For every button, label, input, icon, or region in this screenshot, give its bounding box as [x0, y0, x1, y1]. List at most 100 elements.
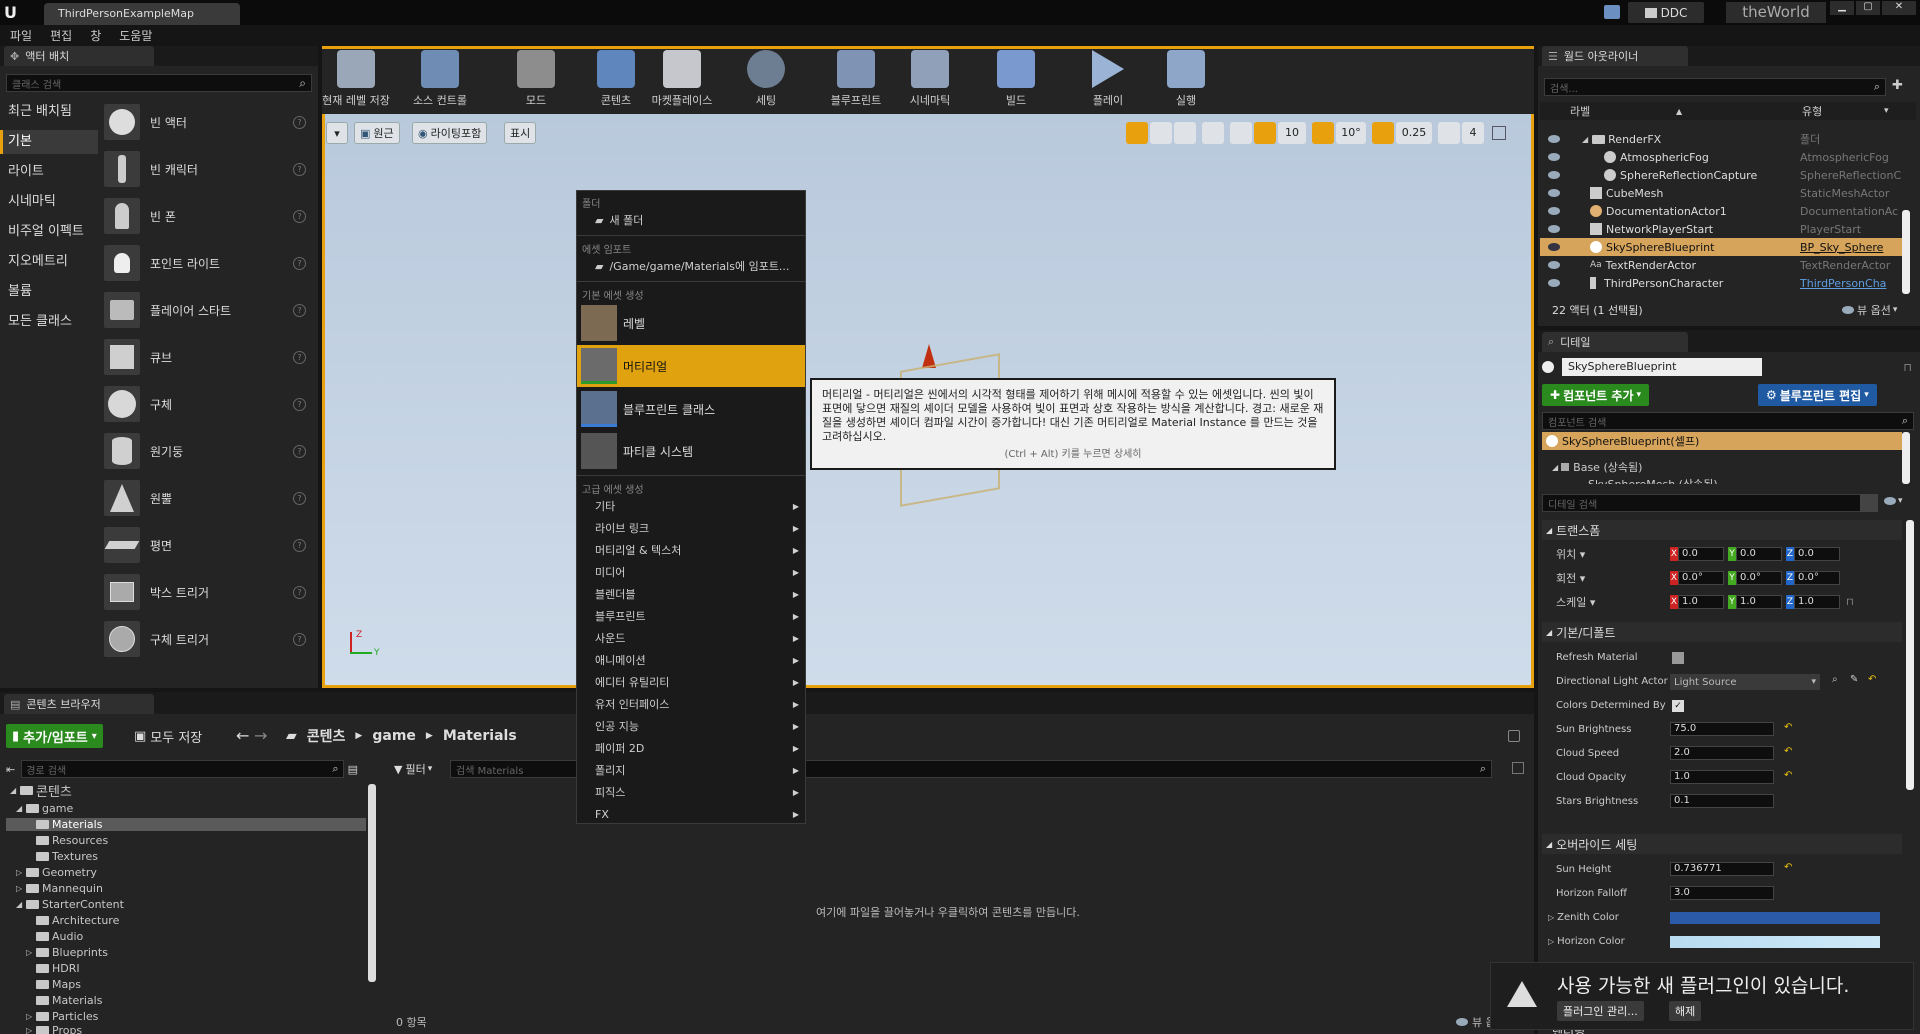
grid-snap-icon[interactable] — [1254, 122, 1276, 144]
content-browser-tab[interactable]: ▤ 콘텐츠 브라우저 — [4, 694, 154, 714]
tree-item[interactable]: ◢ 콘텐츠 — [10, 784, 72, 800]
menu-edit[interactable]: 편집 — [50, 27, 72, 44]
path-search-input[interactable]: 경로 검색 — [26, 762, 332, 777]
path-search[interactable]: ⇤ 경로 검색 ⌕ ▤ — [6, 760, 358, 778]
help-icon[interactable]: ? — [293, 491, 306, 505]
menu-help[interactable]: 도움말 — [119, 27, 152, 44]
lock-icon[interactable]: ⊓ — [1903, 361, 1912, 374]
modes-button[interactable]: 모드 — [506, 50, 566, 110]
scale-snap-value[interactable]: 0.25 — [1396, 122, 1432, 144]
menu-create-blueprint-class[interactable]: 블루프린트 클래스 — [577, 389, 805, 429]
tree-item[interactable]: ▷ Blueprints — [26, 946, 108, 959]
eye-icon[interactable] — [1548, 279, 1560, 287]
menu-blendables[interactable]: 블렌더블 ▶ — [577, 585, 805, 603]
outliner-row[interactable]: ◢ RenderFX 폴더 — [1540, 130, 1902, 148]
class-search-input[interactable]: 클래스 검색 — [12, 76, 299, 91]
lock-icon[interactable]: ⊓ — [1846, 597, 1854, 608]
view-list-icon[interactable]: ▤ — [348, 763, 358, 776]
component-tree-scrollbar[interactable] — [1902, 432, 1910, 484]
eye-icon[interactable] — [1548, 135, 1560, 143]
default-section-header[interactable]: ◢ 기본/디폴트 — [1542, 622, 1902, 642]
component-search[interactable]: 컴포넌트 검색 ⌕ — [1542, 412, 1914, 430]
place-item-empty-actor[interactable]: 빈 액터 ? — [104, 102, 314, 142]
cloud-opacity-field[interactable]: 1.0 — [1670, 770, 1774, 784]
place-item-box-trigger[interactable]: 박스 트리거 ? — [104, 572, 314, 612]
outliner-row[interactable]: ThirdPersonCharacter ThirdPersonCha — [1540, 274, 1902, 292]
content-button[interactable]: 콘텐츠 — [586, 50, 646, 110]
menu-live-link[interactable]: 라이브 링크 ▶ — [577, 519, 805, 537]
help-icon[interactable]: ? — [293, 444, 306, 458]
place-item-cone[interactable]: 원뿔 ? — [104, 478, 314, 518]
rotation-label[interactable]: 회전 ▾ — [1556, 570, 1585, 586]
category-recent[interactable]: 최근 배치됨 — [8, 100, 98, 124]
minimize-button[interactable]: ▁ — [1830, 1, 1854, 15]
breadcrumb-game[interactable]: game — [372, 728, 416, 744]
menu-import-to[interactable]: ▰/Game/game/Materials에 임포트... — [577, 257, 805, 275]
transform-section-header[interactable]: ◢ 트랜스폼 — [1542, 520, 1902, 540]
tree-item[interactable]: ▷ Props — [26, 1026, 82, 1034]
menu-create-level[interactable]: 레벨 — [577, 303, 805, 343]
help-icon[interactable]: ? — [293, 256, 306, 270]
horizon-color-label[interactable]: ▷ Horizon Color — [1548, 936, 1625, 947]
details-search-input[interactable]: 디테일 검색 — [1548, 496, 1864, 511]
reset-arrow-icon[interactable]: ↶ — [1784, 722, 1792, 733]
picker-icon[interactable]: ✎ — [1850, 674, 1858, 685]
zenith-color-swatch[interactable] — [1670, 912, 1880, 924]
details-tab[interactable]: ⌕ 디테일 — [1542, 332, 1688, 352]
menu-media[interactable]: 미디어 ▶ — [577, 563, 805, 581]
rotation-y-field[interactable]: 0.0° — [1736, 571, 1782, 585]
add-import-button[interactable]: ▮ 추가/임포트 ▾ — [6, 724, 103, 748]
reset-arrow-icon[interactable]: ↶ — [1868, 674, 1876, 685]
browse-icon[interactable]: ⌕ — [1832, 674, 1838, 685]
sun-brightness-field[interactable]: 75.0 — [1670, 722, 1774, 736]
outliner-row[interactable]: SphereReflectionCapture SphereReflection… — [1540, 166, 1902, 184]
scale-snap-icon[interactable] — [1372, 122, 1394, 144]
tree-item-selected[interactable]: Materials — [6, 818, 366, 831]
tree-item[interactable]: Maps — [36, 978, 81, 991]
category-volumes[interactable]: 볼륨 — [8, 280, 98, 304]
scale-label[interactable]: 스케일 ▾ — [1556, 594, 1595, 610]
outliner-search[interactable]: 검색... ⌕ — [1544, 78, 1886, 96]
outliner-view-options[interactable]: 뷰 옵션 ▾ — [1842, 302, 1897, 318]
help-icon[interactable]: ? — [293, 209, 306, 223]
reset-arrow-icon[interactable]: ↶ — [1784, 770, 1792, 781]
tree-item[interactable]: Materials — [36, 994, 102, 1007]
help-icon[interactable]: ? — [293, 303, 306, 317]
eye-icon[interactable] — [1548, 261, 1560, 269]
outliner-row[interactable]: AtmosphericFog AtmosphericFog — [1540, 148, 1902, 166]
menu-animation[interactable]: 애니메이션 ▶ — [577, 651, 805, 669]
horizon-color-swatch[interactable] — [1670, 936, 1880, 948]
tree-item[interactable]: Architecture — [36, 914, 119, 927]
forward-arrow-icon[interactable]: → — [254, 726, 267, 745]
menu-create-material[interactable]: 머티리얼 — [577, 345, 805, 387]
component-base-row[interactable]: ◢ Base (상속됨) — [1552, 459, 1642, 475]
menu-new-folder[interactable]: ▰ 새 폴더 — [577, 211, 805, 229]
launch-button[interactable]: 실행 — [1156, 50, 1216, 110]
menu-fx[interactable]: FX ▶ — [577, 805, 805, 823]
lock-icon[interactable] — [1508, 730, 1520, 742]
place-item-sphere-trigger[interactable]: 구체 트리거 ? — [104, 619, 314, 659]
scale-tool-icon[interactable] — [1174, 122, 1196, 144]
reset-arrow-icon[interactable]: ↶ — [1784, 862, 1792, 873]
save-level-button[interactable]: 현재 레벨 저장 — [322, 50, 390, 110]
surface-snap-icon[interactable] — [1230, 122, 1252, 144]
details-search[interactable]: 디테일 검색 ⌕ — [1542, 494, 1876, 512]
world-outliner-tab[interactable]: ☰ 월드 아웃라이너 — [1542, 46, 1688, 66]
menu-paper-2d[interactable]: 페이퍼 2D ▶ — [577, 739, 805, 757]
filter-button[interactable]: ▼ 필터 ▾ — [394, 760, 432, 778]
place-actors-tab[interactable]: ✥ 액터 배치 — [4, 46, 154, 66]
eye-icon[interactable] — [1548, 225, 1560, 233]
back-arrow-icon[interactable]: ← — [236, 726, 249, 745]
build-button[interactable]: 빌드 — [986, 50, 1046, 110]
tree-item[interactable]: ▷ Mannequin — [16, 882, 103, 895]
collapse-sources-icon[interactable]: ⇤ — [6, 763, 15, 776]
source-control-icon[interactable] — [1604, 5, 1620, 19]
stars-brightness-field[interactable]: 0.1 — [1670, 794, 1774, 808]
maximize-viewport-icon[interactable] — [1492, 126, 1506, 140]
menu-misc[interactable]: 기타 ▶ — [577, 497, 805, 515]
help-icon[interactable]: ? — [293, 115, 306, 129]
override-section-header[interactable]: ◢ 오버라이드 세팅 — [1542, 834, 1902, 854]
menu-physics[interactable]: 피직스 ▶ — [577, 783, 805, 801]
tree-item[interactable]: Resources — [36, 834, 108, 847]
object-name-field[interactable]: SkySphereBlueprint — [1562, 358, 1762, 376]
